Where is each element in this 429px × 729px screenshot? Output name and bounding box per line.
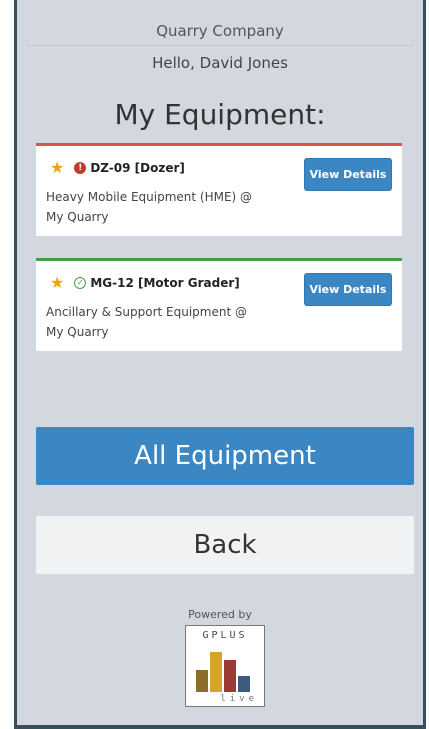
gplus-live-logo: GPLUS live <box>185 625 265 707</box>
equipment-category: Heavy Mobile Equipment (HME) @ <box>46 190 253 204</box>
equipment-code: DZ-09 [Dozer] <box>90 161 185 175</box>
equipment-card: ★ ✓ MG-12 [Motor Grader] Ancillary & Sup… <box>36 258 402 351</box>
view-details-button[interactable]: View Details <box>304 273 392 306</box>
user-greeting: Hello, David Jones <box>152 54 288 72</box>
logo-subtext: live <box>220 694 258 704</box>
equipment-title: ★ ✓ MG-12 [Motor Grader] <box>50 275 240 291</box>
equipment-title: ★ ! DZ-09 [Dozer] <box>50 160 185 176</box>
logo-bars-icon <box>196 652 250 692</box>
back-button[interactable]: Back <box>36 516 414 574</box>
star-icon[interactable]: ★ <box>50 160 64 176</box>
alert-icon: ! <box>74 162 87 174</box>
check-circle-icon: ✓ <box>74 277 87 289</box>
powered-by-label: Powered by <box>188 608 252 621</box>
equipment-card: ★ ! DZ-09 [Dozer] Heavy Mobile Equipment… <box>36 143 402 236</box>
star-icon[interactable]: ★ <box>50 275 64 291</box>
all-equipment-button[interactable]: All Equipment <box>36 427 414 485</box>
app-frame: Quarry Company Hello, David Jones My Equ… <box>14 0 426 729</box>
company-name: Quarry Company <box>27 16 413 46</box>
equipment-description: Ancillary & Support Equipment @ My Quarr… <box>46 302 266 342</box>
equipment-category: Ancillary & Support Equipment @ <box>46 305 247 319</box>
view-details-button[interactable]: View Details <box>304 158 392 191</box>
logo-wordmark: GPLUS <box>202 630 248 641</box>
equipment-location: My Quarry <box>46 325 109 339</box>
page-title: My Equipment: <box>114 98 326 131</box>
equipment-location: My Quarry <box>46 210 109 224</box>
equipment-code: MG-12 [Motor Grader] <box>90 276 240 290</box>
equipment-description: Heavy Mobile Equipment (HME) @ My Quarry <box>46 187 266 227</box>
